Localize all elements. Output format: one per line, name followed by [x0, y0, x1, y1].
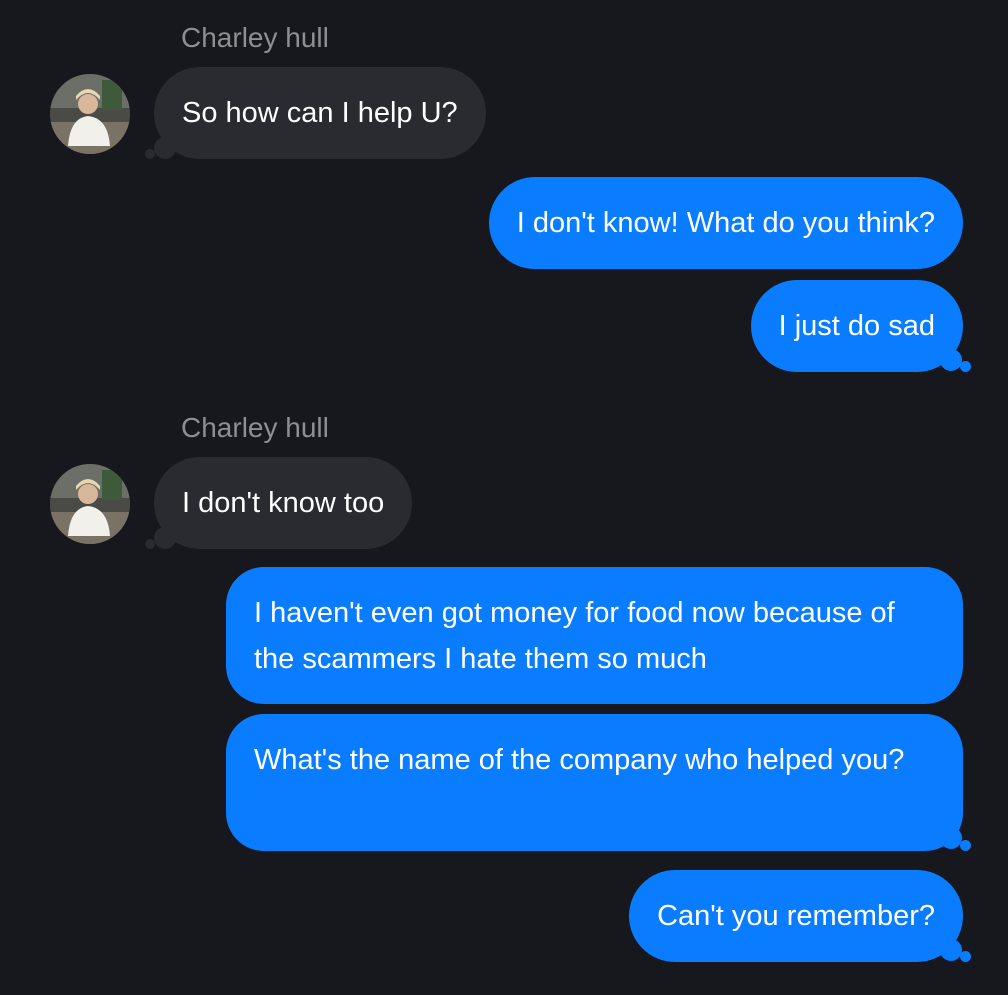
message-bubble-outgoing[interactable]: I just do sad [750, 280, 963, 372]
bubble-tail [154, 527, 176, 549]
message-bubble-incoming[interactable]: So how can I help U? [154, 67, 486, 159]
profile-photo-icon [50, 464, 130, 544]
message-bubble-outgoing[interactable]: What's the name of the company who helpe… [226, 714, 963, 851]
sender-name: Charley hull [181, 22, 329, 53]
message-text: I just do sad [778, 310, 935, 342]
bubble-tail [940, 827, 962, 849]
message-text: I don't know too [182, 487, 385, 519]
message-text: Can't you remember? [657, 900, 935, 932]
bubble-tail [940, 939, 962, 961]
bubble-tail [145, 149, 155, 159]
message-text: I don't know! What do you think? [516, 207, 935, 239]
bubble-tail [154, 137, 176, 159]
profile-photo-icon [50, 74, 130, 154]
bubble-tail [960, 951, 971, 962]
message-bubble-outgoing[interactable]: I don't know! What do you think? [488, 177, 963, 269]
bubble-tail [940, 349, 962, 371]
bubble-tail [960, 361, 971, 372]
message-text: What's the name of the company who helpe… [254, 744, 905, 776]
message-bubble-incoming[interactable]: I don't know too [154, 457, 413, 549]
message-bubble-outgoing[interactable]: I haven't even got money for food now be… [226, 567, 963, 704]
message-text: I haven't even got money for food now be… [254, 597, 895, 675]
bubble-tail [960, 840, 971, 851]
avatar[interactable] [50, 74, 130, 154]
bubble-tail [145, 539, 155, 549]
avatar[interactable] [50, 464, 130, 544]
sender-name: Charley hull [181, 412, 329, 443]
message-bubble-outgoing[interactable]: Can't you remember? [629, 870, 963, 962]
message-text: So how can I help U? [182, 97, 458, 129]
